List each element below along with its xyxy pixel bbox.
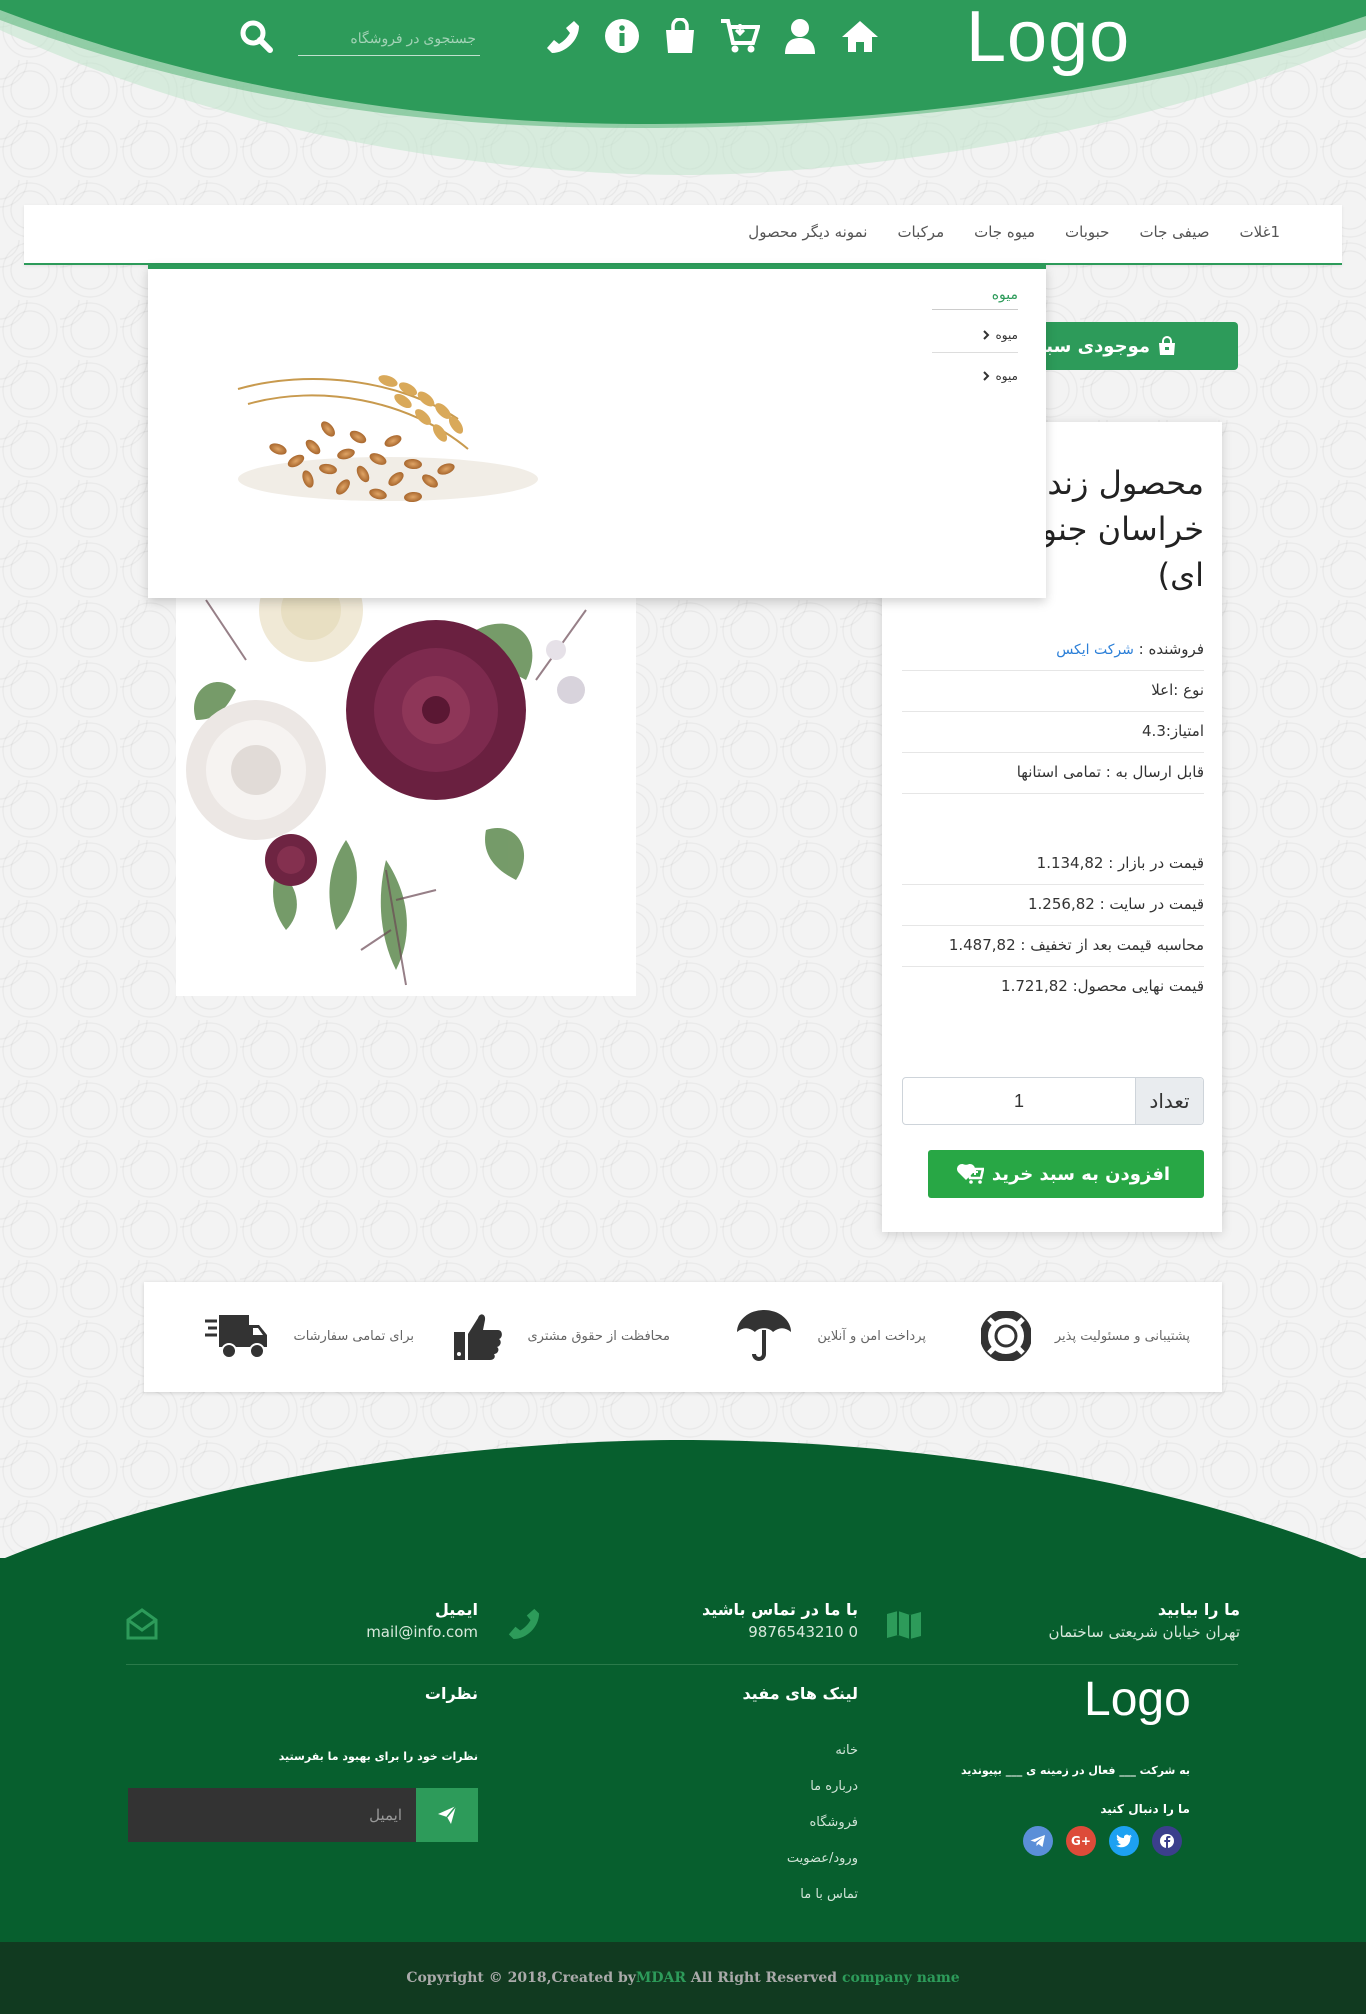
product-rating: امتیاز:4.3 <box>902 712 1204 753</box>
footer-wave <box>0 1440 1366 1560</box>
nav-item-grains[interactable]: 1غلات <box>1240 223 1280 241</box>
email-block: ایمیل mail@info.com <box>366 1600 478 1641</box>
heart-icon[interactable] <box>956 1163 976 1181</box>
chevron-right-icon <box>981 330 991 340</box>
footer-link-home[interactable]: خانه <box>598 1743 858 1779</box>
header-search-input[interactable] <box>298 20 480 56</box>
footer-link-shop[interactable]: فروشگاه <box>598 1815 858 1851</box>
mega-menu-item[interactable]: میوه <box>932 365 1018 393</box>
cart-download-icon[interactable] <box>718 14 762 58</box>
flower-bouquet-image <box>186 570 587 986</box>
add-to-cart-button[interactable]: افزودن به سبد خرید <box>928 1150 1204 1198</box>
company-link[interactable]: company name <box>842 1970 960 1986</box>
info-icon[interactable] <box>600 14 644 58</box>
shopping-bag-icon[interactable] <box>658 14 702 58</box>
thumbs-up-icon <box>452 1310 504 1362</box>
seller-link[interactable]: شرکت ایکس <box>1056 642 1134 658</box>
follow-us-text: ما را دنبال کنید <box>1100 1802 1190 1816</box>
header-logo[interactable]: Logo <box>966 0 1130 78</box>
quantity-group: تعداد <box>902 1077 1204 1125</box>
nav-item-other-products[interactable]: نمونه دیگر محصول <box>748 223 867 241</box>
phone-icon[interactable] <box>540 14 584 58</box>
lifebuoy-icon <box>980 1311 1031 1361</box>
fast-delivery-truck-icon <box>205 1311 269 1361</box>
final-price: قیمت نهایی محصول: 1.721,82 <box>1001 977 1204 995</box>
footer-divider <box>126 1664 1238 1665</box>
paper-plane-icon <box>437 1805 457 1825</box>
features-bar: پشتیبانی و مسئولیت پذیر پرداخت امن و آنل… <box>144 1282 1222 1392</box>
footer-link-login[interactable]: ورود/عضویت <box>598 1851 858 1887</box>
market-price: قیمت در بازار : 1.134,82 <box>902 844 1204 885</box>
footer: ما را بیابید تهران خیابان شریعتی ساختمان… <box>0 1558 1366 1942</box>
mega-menu-item[interactable]: میوه <box>932 324 1018 353</box>
product-prices: قیمت در بازار : 1.134,82 قیمت در سایت : … <box>902 844 1204 1008</box>
site-price: قیمت در سایت : 1.256,82 <box>902 885 1204 926</box>
discount-price: محاسبه قیمت بعد از تخفیف : 1.487,82 <box>902 926 1204 967</box>
feature-support: پشتیبانی و مسئولیت پذیر <box>980 1304 1190 1368</box>
envelope-open-icon <box>126 1608 158 1640</box>
map-icon <box>886 1610 922 1640</box>
nav-item-legumes[interactable]: حبوبات <box>1065 223 1109 241</box>
useful-links-block: لینک های مفید خانه درباره ما فروشگاه ورو… <box>598 1684 858 1923</box>
author-link[interactable]: MDAR <box>636 1970 686 1986</box>
footer-about-text: به شرکت ___ فعال در زمینه ی ___ بپیوندید <box>960 1764 1190 1777</box>
umbrella-icon <box>735 1308 793 1364</box>
product-attributes: فروشنده : شرکت ایکس نوع :اعلا امتیاز:4.3… <box>902 630 1204 794</box>
send-email-button[interactable] <box>416 1788 478 1842</box>
google-plus-icon[interactable]: G+ <box>1066 1826 1096 1856</box>
copyright-bar: Copyright © 2018,Created by MDAR All Rig… <box>0 1942 1366 2014</box>
facebook-icon[interactable] <box>1152 1826 1182 1856</box>
footer-link-contact[interactable]: تماس با ما <box>598 1887 858 1923</box>
quantity-input[interactable] <box>903 1078 1135 1124</box>
cart-stock-button[interactable]: موجودی سبد <box>1014 322 1238 370</box>
nav-item-fruits[interactable]: میوه جات <box>974 223 1035 241</box>
newsletter-email-input[interactable] <box>128 1788 416 1842</box>
chevron-right-icon <box>981 371 991 381</box>
nav-item-summer-crops[interactable]: صیفی جات <box>1139 223 1209 241</box>
product-image[interactable] <box>176 570 636 996</box>
home-icon[interactable] <box>838 14 882 58</box>
contact-block: با ما در تماس باشید 0 9876543210 <box>702 1600 858 1641</box>
shipping-info: قابل ارسال به : تمامی استانها <box>902 753 1204 794</box>
mega-menu-dropdown: میوه میوه میوه <box>148 265 1046 598</box>
feature-customer-rights: محافظت از حقوق مشتری <box>452 1304 670 1368</box>
phone-icon <box>506 1606 540 1640</box>
comments-text: نظرات خود را برای بهبود ما بفرستید <box>278 1750 478 1763</box>
mega-menu-column: میوه میوه میوه <box>932 287 1018 405</box>
feature-secure-payment: پرداخت امن و آنلاین <box>735 1304 926 1368</box>
quantity-label: تعداد <box>1135 1078 1203 1124</box>
find-us-block: ما را بیابید تهران خیابان شریعتی ساختمان <box>1048 1600 1240 1641</box>
wheat-grain-image <box>237 375 538 503</box>
product-type: نوع :اعلا <box>902 671 1204 712</box>
seller-row: فروشنده : شرکت ایکس <box>902 630 1204 671</box>
footer-logo[interactable]: Logo <box>1084 1672 1191 1727</box>
main-navigation: 1غلات صیفی جات حبوبات میوه جات مرکبات نم… <box>24 205 1342 265</box>
user-icon[interactable] <box>778 14 822 58</box>
telegram-icon[interactable] <box>1023 1826 1053 1856</box>
shopping-bag-icon <box>1158 336 1176 356</box>
twitter-icon[interactable] <box>1109 1826 1139 1856</box>
feature-delivery: برای تمامی سفارشات <box>205 1304 414 1368</box>
comments-block: نظرات نظرات خود را برای بهبود ما بفرستید <box>218 1684 478 1763</box>
search-icon[interactable] <box>234 14 278 58</box>
mega-menu-title[interactable]: میوه <box>932 287 1018 310</box>
footer-link-about[interactable]: درباره ما <box>598 1779 858 1815</box>
nav-item-citrus[interactable]: مرکبات <box>897 223 944 241</box>
